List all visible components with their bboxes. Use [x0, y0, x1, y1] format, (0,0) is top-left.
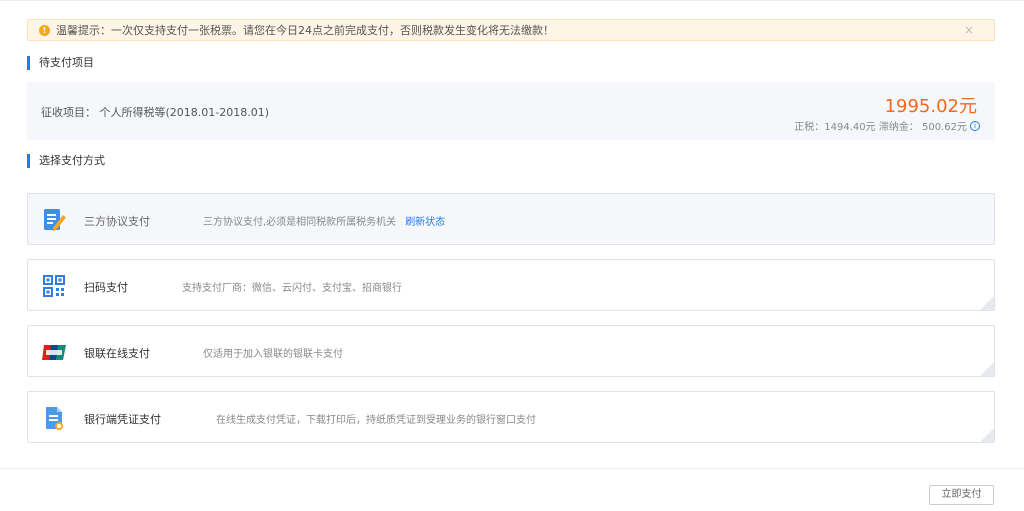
amount-breakdown: 正税：1494.40元 滞纳金： 500.62元 i: [794, 118, 980, 133]
corner-mark: [980, 428, 994, 442]
warning-icon: !: [39, 24, 50, 36]
close-icon[interactable]: ×: [964, 23, 974, 37]
payment-method-bank-voucher[interactable]: 银行端凭证支付 在线生成支付凭证，下载打印后，持纸质凭证到受理业务的银行窗口支付: [27, 391, 995, 443]
notice-text: 温馨提示：一次仅支持支付一张税票。请您在今日24点之前完成支付，否则税款发生变化…: [56, 24, 554, 37]
method-desc-text: 三方协议支付,必须是相同税款所属税务机关: [203, 217, 397, 228]
notice-banner: ! 温馨提示：一次仅支持支付一张税票。请您在今日24点之前完成支付，否则税款发生…: [27, 19, 995, 41]
unionpay-icon: [41, 339, 67, 365]
method-desc-text: 仅适用于加入银联的银联卡支付: [203, 349, 343, 360]
top-divider: [0, 0, 1024, 1]
method-name: 扫码支付: [84, 281, 128, 294]
bank-voucher-icon: [41, 405, 67, 431]
corner-mark: [980, 296, 994, 310]
method-desc-text: 在线生成支付凭证，下载打印后，持纸质凭证到受理业务的银行窗口支付: [216, 415, 536, 426]
method-name: 银联在线支付: [84, 347, 150, 360]
method-desc-text: 支持支付厂商：微信、云闪付、支付宝、招商银行: [182, 283, 402, 294]
edit-document-icon: [41, 207, 67, 233]
qr-code-icon: [41, 273, 67, 299]
payment-method-tripartite[interactable]: 三方协议支付 三方协议支付,必须是相同税款所属税务机关 刷新状态: [27, 193, 995, 245]
payment-section-title: 选择支付方式: [27, 154, 105, 168]
info-icon[interactable]: i: [970, 120, 980, 131]
pay-now-button[interactable]: 立即支付: [929, 485, 994, 505]
pending-section-title: 待支付项目: [27, 56, 94, 70]
breakdown-text: 正税：1494.40元 滞纳金： 500.62元: [794, 122, 967, 133]
payment-method-unionpay[interactable]: 银联在线支付 仅适用于加入银联的银联卡支付: [27, 325, 995, 377]
corner-mark: [980, 362, 994, 376]
footer-divider: [0, 468, 1024, 469]
method-description: 三方协议支付,必须是相同税款所属税务机关 刷新状态: [203, 213, 445, 228]
method-name: 三方协议支付: [84, 215, 150, 228]
payment-method-qr[interactable]: 扫码支付 支持支付厂商：微信、云闪付、支付宝、招商银行: [27, 259, 995, 311]
total-amount: 1995.02元: [884, 96, 977, 117]
levy-summary: 征收项目： 个人所得税等(2018.01-2018.01) 1995.02元 正…: [27, 82, 995, 140]
method-name: 银行端凭证支付: [84, 413, 161, 426]
levy-item-label: 征收项目： 个人所得税等(2018.01-2018.01): [41, 106, 270, 119]
refresh-status-link[interactable]: 刷新状态: [405, 217, 445, 228]
